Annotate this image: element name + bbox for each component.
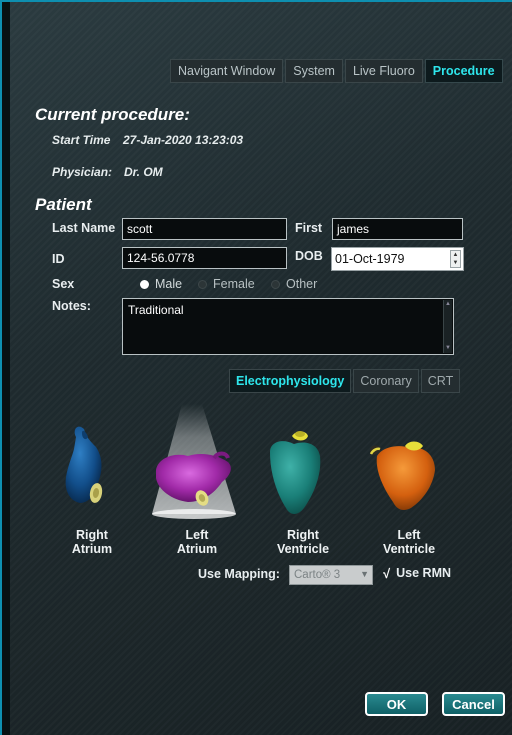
left-atrium-label-line2: Atrium: [176, 542, 218, 556]
main-tabs: Navigant Window System Live Fluoro Proce…: [170, 59, 503, 83]
scroll-down-icon[interactable]: ▼: [444, 344, 452, 353]
left-ventricle-label[interactable]: Left Ventricle: [364, 528, 454, 556]
radio-selected-icon: [140, 279, 149, 289]
dob-value: 01-Oct-1979: [335, 252, 405, 266]
use-mapping-label: Use Mapping:: [198, 567, 280, 581]
right-ventricle-label[interactable]: Right Ventricle: [258, 528, 348, 556]
tab-crt[interactable]: CRT: [420, 369, 461, 393]
left-ventricle-label-line2: Ventricle: [382, 542, 436, 556]
last-name-field[interactable]: scott: [122, 218, 287, 240]
tab-coronary[interactable]: Coronary: [353, 369, 419, 393]
notes-scrollbar[interactable]: ▲ ▼: [443, 300, 452, 353]
procedure-type-tabs: Electrophysiology Coronary CRT: [229, 369, 461, 393]
dob-spinner[interactable]: ▲ ▼: [450, 250, 461, 268]
left-edge-strip: [2, 2, 10, 735]
left-ventricle-icon[interactable]: [367, 430, 442, 515]
cancel-button[interactable]: Cancel: [442, 692, 505, 716]
right-ventricle-label-line2: Ventricle: [276, 542, 330, 556]
ok-button[interactable]: OK: [365, 692, 428, 716]
sex-label: Sex: [52, 277, 75, 291]
left-atrium-label[interactable]: Left Atrium: [152, 528, 242, 556]
notes-label: Notes:: [52, 299, 91, 313]
left-ventricle-label-line1: Left: [397, 528, 421, 542]
current-procedure-heading: Current procedure:: [35, 105, 190, 124]
spin-down-icon[interactable]: ▼: [451, 259, 460, 267]
procedure-window: Navigant Window System Live Fluoro Proce…: [0, 0, 512, 735]
tab-electrophysiology[interactable]: Electrophysiology: [229, 369, 352, 393]
checkmark-icon: √: [383, 566, 391, 581]
dob-field[interactable]: 01-Oct-1979 ▲ ▼: [331, 247, 464, 271]
right-atrium-label[interactable]: Right Atrium: [47, 528, 137, 556]
use-rmn-label: Use RMN: [396, 566, 452, 580]
radio-female-label: Female: [213, 277, 255, 291]
dob-label: DOB: [295, 249, 323, 263]
tab-system[interactable]: System: [285, 59, 343, 83]
notes-textarea[interactable]: Traditional ▲ ▼: [122, 298, 454, 355]
first-name-label: First: [295, 221, 323, 235]
sex-radio-male[interactable]: Male: [140, 277, 182, 291]
scroll-up-icon[interactable]: ▲: [444, 300, 452, 309]
id-field[interactable]: 124-56.0778: [122, 247, 287, 269]
notes-text: Traditional: [128, 303, 184, 317]
right-atrium-label-line1: Right: [76, 528, 108, 542]
right-ventricle-label-line1: Right: [287, 528, 319, 542]
radio-other-label: Other: [286, 277, 318, 291]
right-atrium-icon[interactable]: [52, 407, 122, 522]
chevron-down-icon: ▼: [360, 569, 369, 579]
radio-unselected-icon: [198, 279, 207, 289]
left-atrium-icon[interactable]: [144, 402, 244, 522]
start-time-value: 27-Jan-2020 13:23:03: [123, 133, 244, 147]
tab-navigant-window[interactable]: Navigant Window: [170, 59, 284, 83]
right-atrium-label-line2: Atrium: [71, 542, 113, 556]
tab-procedure[interactable]: Procedure: [424, 59, 503, 83]
use-rmn-checkbox[interactable]: √ Use RMN: [383, 566, 451, 581]
start-time-label: Start Time: [52, 133, 111, 147]
first-name-field[interactable]: james: [332, 218, 463, 240]
radio-unselected-icon: [271, 279, 280, 289]
spin-up-icon[interactable]: ▲: [451, 251, 460, 259]
radio-male-label: Male: [155, 277, 183, 291]
tab-live-fluoro[interactable]: Live Fluoro: [344, 59, 423, 83]
sex-radio-female[interactable]: Female: [198, 277, 255, 291]
mapping-select-value: Carto® 3: [294, 569, 341, 581]
patient-heading: Patient: [35, 195, 92, 214]
id-label: ID: [52, 252, 65, 266]
sex-radio-other[interactable]: Other: [271, 277, 317, 291]
last-name-label: Last Name: [52, 221, 116, 235]
physician-label: Physician:: [52, 165, 113, 179]
right-ventricle-icon[interactable]: [260, 422, 330, 522]
physician-value: Dr. OM: [124, 165, 163, 179]
mapping-select[interactable]: Carto® 3 ▼: [289, 565, 373, 585]
left-atrium-label-line1: Left: [185, 528, 209, 542]
